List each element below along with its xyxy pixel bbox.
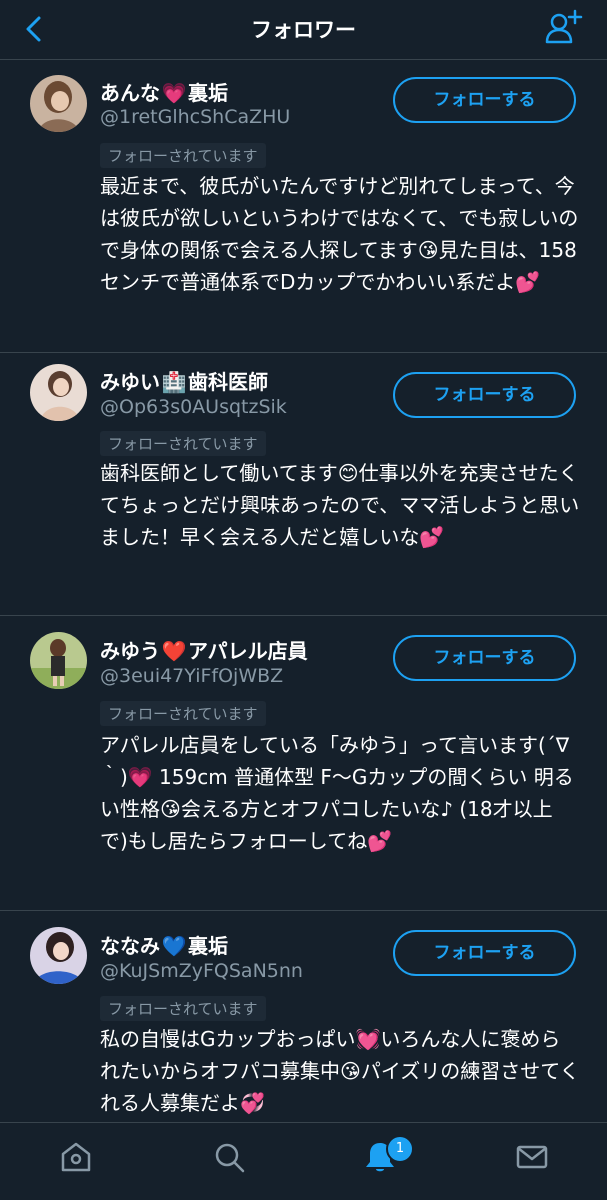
home-icon [61,1142,91,1172]
user-bio: 歯科医師として働いてます😊仕事以外を充実させたくてちょっとだけ興味あったので、マ… [100,461,580,549]
follows-you-badge: フォローされています [100,996,266,1021]
user-name: あんな [100,81,160,105]
list-item[interactable]: みゆい🏥歯科医師 @Op63s0AUsqtzSik フォローされています 歯科医… [0,353,607,616]
user-handle: @1retGlhcShCaZHU [100,106,291,128]
user-handle: @KuJSmZyFQSaN5nn [100,960,303,982]
user-bio: 私の自慢はGカップおっぱい💓いろんな人に褒められたいからオフパコ募集中😘パイズリ… [100,1027,580,1115]
name-emoji: 💗 [161,81,187,105]
add-user-button[interactable] [543,8,583,48]
notification-count-badge: 1 [386,1135,414,1163]
page-title: フォロワー [251,18,356,42]
user-tag: 歯科医師 [188,370,268,394]
tab-messages[interactable] [514,1139,550,1175]
name-emoji: ❤️ [161,639,187,663]
top-bar: フォロワー [0,0,607,60]
follow-button[interactable]: フォローする [393,77,576,123]
name-emoji: 🏥 [161,370,187,394]
avatar[interactable] [30,927,87,984]
user-handle: @Op63s0AUsqtzSik [100,396,287,418]
avatar[interactable] [30,632,87,689]
list-item[interactable]: みゆう❤️アパレル店員 @3eui47YiFfOjWBZ フォローされています … [0,616,607,911]
search-icon [215,1143,245,1173]
user-name: ななみ [100,934,160,958]
list-item[interactable]: ななみ💙裏垢 @KuJSmZyFQSaN5nn フォローされています 私の自慢は… [0,911,607,1151]
add-user-icon [545,9,583,44]
user-handle: @3eui47YiFfOjWBZ [100,665,284,687]
display-name: あんな💗裏垢 [100,77,228,106]
user-name: みゆう [100,639,160,663]
follow-button[interactable]: フォローする [393,930,576,976]
follows-you-badge: フォローされています [100,701,266,726]
user-name: みゆい [100,370,160,394]
name-emoji: 💙 [161,934,187,958]
follow-button[interactable]: フォローする [393,372,576,418]
user-bio: アパレル店員をしている「みゆう」って言います(´∇｀)💗 159cm 普通体型 … [100,733,574,853]
follower-list: あんな💗裏垢 @1retGlhcShCaZHU フォローされています 最近まで、… [0,60,607,1151]
avatar-photo-icon [30,364,87,421]
user-bio: 最近まで、彼氏がいたんですけど別れてしまって、今は彼氏が欲しいというわけではなく… [100,174,579,294]
follows-you-badge: フォローされています [100,431,266,456]
avatar[interactable] [30,364,87,421]
follows-you-badge: フォローされています [100,143,266,168]
tab-home[interactable] [58,1139,94,1175]
mail-icon [516,1145,548,1169]
avatar[interactable] [30,75,87,132]
tab-search[interactable] [211,1139,247,1175]
avatar-photo-icon [30,927,87,984]
display-name: ななみ💙裏垢 [100,930,228,959]
bottom-tab-bar: 1 [0,1122,607,1200]
avatar-photo-icon [30,75,87,132]
list-item[interactable]: あんな💗裏垢 @1retGlhcShCaZHU フォローされています 最近まで、… [0,60,607,353]
follow-button[interactable]: フォローする [393,635,576,681]
user-tag: アパレル店員 [188,639,308,663]
avatar-photo-icon [30,632,87,689]
display-name: みゆい🏥歯科医師 [100,366,268,395]
user-tag: 裏垢 [188,934,228,958]
user-tag: 裏垢 [188,81,228,105]
display-name: みゆう❤️アパレル店員 [100,635,308,664]
